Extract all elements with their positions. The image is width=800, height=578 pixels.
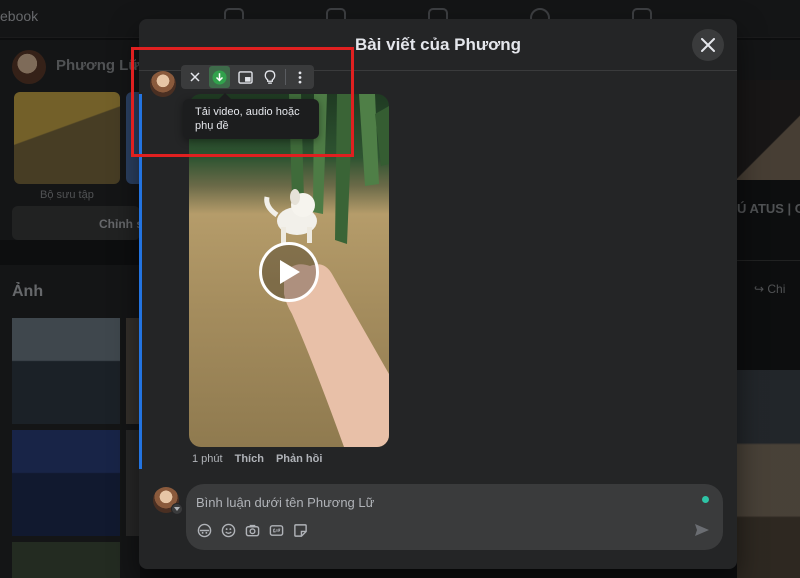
comment-composer xyxy=(186,484,723,550)
avatar-sticker-icon[interactable] xyxy=(196,522,212,538)
comment-time[interactable]: 1 phút xyxy=(192,453,223,465)
close-button[interactable] xyxy=(692,29,724,61)
sticker-icon[interactable] xyxy=(292,522,308,538)
facebook-page: ebook Phương Lữ Bộ sưu tập Chỉnh s Ảnh Ú… xyxy=(0,0,800,578)
account-switcher[interactable] xyxy=(171,503,183,515)
highlight-box xyxy=(131,47,354,157)
send-icon[interactable] xyxy=(694,522,710,538)
comment-input[interactable] xyxy=(196,492,676,512)
gif-icon[interactable] xyxy=(268,522,284,538)
chevron-down-icon xyxy=(174,507,180,511)
play-button[interactable] xyxy=(259,242,319,302)
close-icon xyxy=(701,38,715,52)
video-frame-dog xyxy=(264,189,317,243)
composer-tools xyxy=(196,522,308,538)
like-button[interactable]: Thích xyxy=(235,453,264,465)
online-indicator xyxy=(702,496,709,503)
camera-icon[interactable] xyxy=(244,522,260,538)
emoji-icon[interactable] xyxy=(220,522,236,538)
reply-button[interactable]: Phản hồi xyxy=(276,453,322,465)
comment-actions: 1 phút Thích Phản hồi xyxy=(192,453,322,465)
play-icon xyxy=(280,260,300,284)
